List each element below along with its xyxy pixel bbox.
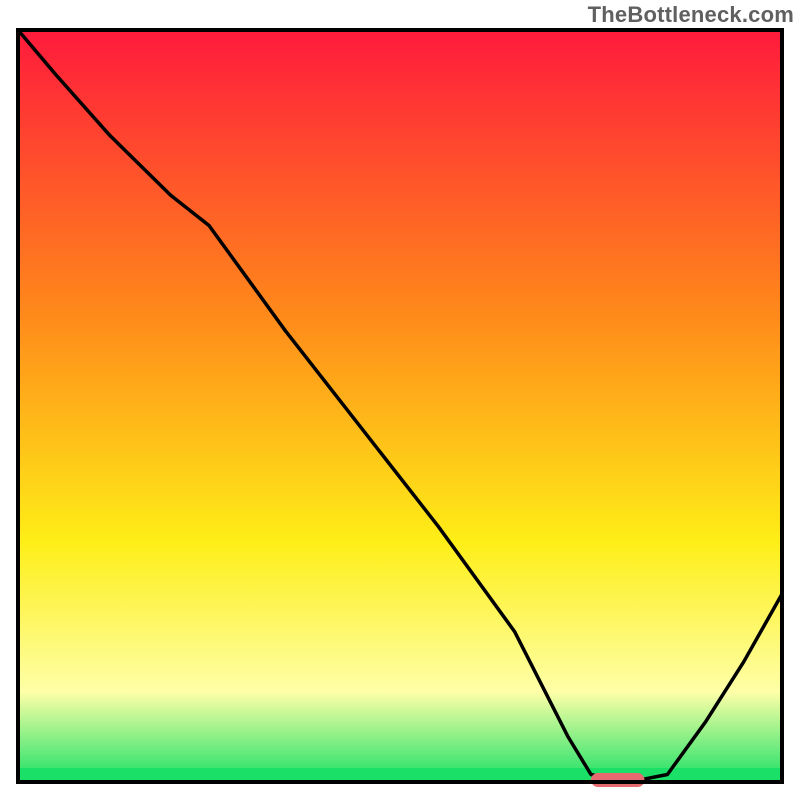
plot-background (18, 30, 782, 782)
bottleneck-chart (0, 0, 800, 800)
chart-stage: TheBottleneck.com (0, 0, 800, 800)
